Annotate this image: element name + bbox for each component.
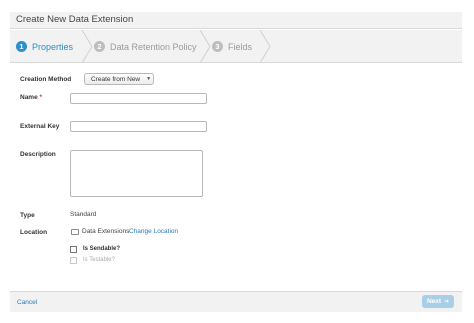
is-testable-checkbox <box>70 257 77 264</box>
description-textarea[interactable] <box>70 150 203 197</box>
step-properties[interactable]: 1 Properties <box>16 30 74 62</box>
step-separator-icon <box>199 30 211 62</box>
step-label: Fields <box>228 41 253 52</box>
external-key-input[interactable] <box>70 121 207 132</box>
dialog-footer: Cancel Next ➜ <box>10 291 462 312</box>
folder-icon <box>71 229 79 235</box>
step-number: 1 <box>16 41 27 52</box>
location-folder: Data Extensions <box>82 228 130 235</box>
caret-down-icon: ▼ <box>146 76 152 82</box>
external-key-label: External Key <box>20 123 60 130</box>
creation-method-value: Create from New <box>91 75 141 83</box>
step-separator-icon <box>81 30 93 62</box>
type-value: Standard <box>70 211 97 218</box>
creation-method-label: Creation Method <box>20 76 72 83</box>
cancel-link[interactable]: Cancel <box>17 299 37 306</box>
step-label: Properties <box>32 41 74 52</box>
name-label-text: Name <box>20 94 38 101</box>
is-testable-label: Is Testable? <box>83 257 115 263</box>
required-marker: * <box>39 94 43 101</box>
change-location-link[interactable]: Change Location <box>129 228 178 235</box>
step-number: 2 <box>94 41 105 52</box>
description-label: Description <box>20 151 56 158</box>
creation-method-select[interactable]: Create from New ▼ <box>84 73 154 85</box>
next-button[interactable]: Next ➜ <box>422 295 454 308</box>
is-sendable-label: Is Sendable? <box>83 246 121 252</box>
next-label: Next <box>426 298 442 305</box>
location-label: Location <box>20 229 48 236</box>
name-input[interactable] <box>70 93 207 104</box>
step-data-retention-policy[interactable]: 2 Data Retention Policy <box>94 30 197 62</box>
step-fields[interactable]: 3 Fields <box>212 30 253 62</box>
step-separator-icon <box>259 30 271 62</box>
dialog-title-bar: Create New Data Extension <box>10 12 462 29</box>
arrow-right-icon: ➜ <box>444 299 450 305</box>
step-label: Data Retention Policy <box>110 41 197 52</box>
dialog-title: Create New Data Extension <box>16 14 134 25</box>
wizard-steps: 1 Properties 2 Data Retention Policy 3 F… <box>10 30 462 63</box>
type-label: Type <box>20 212 35 219</box>
step-number: 3 <box>212 41 223 52</box>
is-sendable-checkbox[interactable] <box>70 246 77 253</box>
create-data-extension-dialog: Create New Data Extension 1 Properties 2… <box>10 12 462 312</box>
name-label: Name * <box>20 94 42 101</box>
